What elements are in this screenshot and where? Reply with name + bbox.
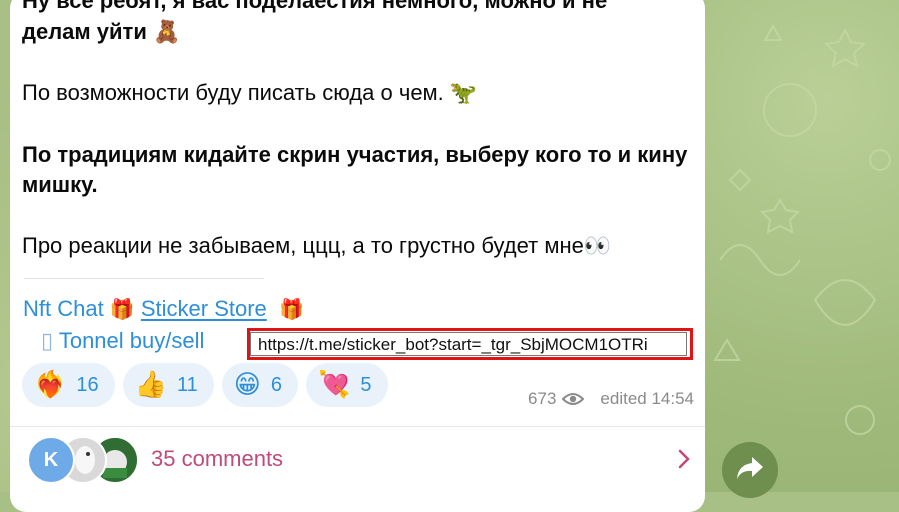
reaction-count: 6: [270, 373, 282, 396]
message-paragraph-2: По возможности буду писать сюда о чем. 🦖: [22, 78, 702, 110]
eyes-emoji-icon: 👀: [583, 233, 612, 259]
reaction-heart-arrow[interactable]: 💘 5: [306, 363, 388, 407]
gift-icon: 🎁: [109, 297, 135, 321]
reaction-heart-on-fire[interactable]: ❤️‍🔥 16: [22, 363, 115, 407]
reactions-bar: ❤️‍🔥 16 👍 11 😁 6 💘 5: [22, 363, 388, 407]
message-line-1: Ну все ребят, я вас поделаестия немного,…: [22, 0, 608, 13]
reaction-thumbs-up[interactable]: 👍 11: [122, 363, 214, 407]
avatar: K: [27, 436, 75, 484]
chevron-right-icon: [677, 448, 691, 475]
forward-button[interactable]: [722, 442, 778, 498]
links-line-1: Nft Chat 🎁 Sticker Store 🎁: [23, 293, 304, 325]
dino-emoji-icon: 🦖: [449, 81, 478, 106]
message-paragraph-2-text: По возможности буду писать сюда о чем.: [22, 80, 444, 105]
tonnel-link[interactable]: Tonnel buy/sell: [59, 328, 205, 353]
reaction-count: 5: [360, 373, 372, 396]
edited-time: edited 14:54: [600, 389, 694, 408]
message-paragraph-1: Ну все ребят, я вас поделаестия немного,…: [22, 0, 702, 48]
tonnel-icon: ▯: [41, 328, 54, 353]
tooltip-highlight-frame: [247, 328, 693, 360]
message-paragraph-3: По традициям кидайте скрин участия, выбе…: [22, 140, 702, 201]
commenter-avatars: K: [27, 436, 145, 484]
reaction-grin[interactable]: 😁 6: [221, 363, 298, 407]
eye-icon: [562, 392, 585, 406]
views-count: 673: [528, 389, 557, 408]
comments-label: 35 comments: [151, 446, 284, 471]
thumbs-up-icon: 👍: [134, 370, 167, 400]
message-paragraph-4-text: Про реакции не забываем, ццц, а то груст…: [22, 232, 584, 258]
grin-face-icon: 😁: [233, 370, 261, 400]
reaction-count: 11: [177, 373, 198, 396]
message-line-2: делам уйти: [22, 18, 147, 44]
forward-arrow-icon: [735, 455, 765, 486]
nft-chat-link[interactable]: Nft Chat: [23, 296, 104, 321]
reaction-count: 16: [76, 373, 99, 396]
comments-button[interactable]: K 35 comments: [27, 436, 695, 484]
message-separator: [24, 278, 264, 279]
sticker-store-link[interactable]: Sticker Store: [141, 296, 267, 321]
bear-emoji-icon: 🧸: [152, 19, 181, 45]
message-paragraph-3-text: По традициям кидайте скрин участия, выбе…: [22, 141, 688, 198]
comments-divider: [10, 426, 705, 427]
heart-on-fire-icon: ❤️‍🔥: [34, 370, 67, 400]
message-meta: 673 edited 14:54: [528, 389, 694, 409]
heart-arrow-icon: 💘: [318, 370, 351, 400]
message-text: Ну все ребят, я вас поделаестия немного,…: [22, 0, 702, 292]
message-paragraph-4: Про реакции не забываем, ццц, а то груст…: [22, 231, 702, 263]
gift-icon: 🎁: [272, 297, 305, 321]
